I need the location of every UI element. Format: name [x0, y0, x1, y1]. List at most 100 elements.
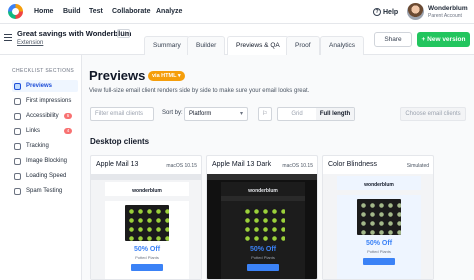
sidebar-heading: CHECKLIST SECTIONS: [12, 68, 75, 74]
email-nav-band: [105, 196, 189, 201]
issue-count-badge: 4: [64, 128, 72, 134]
email-cta-button: [131, 264, 163, 271]
user-role: Parent Account: [428, 13, 462, 19]
spam-icon: [14, 187, 21, 195]
top-navigation: Home Build Test Collaborate Analyze ? He…: [0, 0, 474, 24]
email-render: wonderblum 50% Off Potted Plants: [221, 182, 305, 279]
email-cta-button: [363, 258, 395, 265]
email-offer: 50% Off: [133, 246, 161, 253]
preview-card-color-blindness[interactable]: Color Blindness Simulated wonderblum 50%…: [322, 155, 434, 280]
speed-icon: [14, 172, 21, 180]
sidebar-item-label: First impressions: [26, 98, 72, 104]
preview-card-apple-mail[interactable]: Apple Mail 13 macOS 10.15 wonderblum 50%…: [90, 155, 202, 280]
email-screenshot: wonderblum 50% Off Potted Plants: [91, 174, 201, 279]
sidebar-item-first-impressions[interactable]: First impressions: [12, 95, 78, 107]
eye-icon: [14, 97, 21, 105]
card-meta: Simulated: [406, 163, 429, 169]
sidebar-item-label: Tracking: [26, 143, 49, 149]
sidebar-item-label: Links: [26, 128, 41, 134]
sidebar-item-spam-testing[interactable]: Spam Testing: [12, 185, 78, 197]
card-meta: macOS 10.15: [166, 163, 197, 169]
more-options-button[interactable]: ···: [117, 29, 130, 38]
page-description: View full-size email client renders side…: [89, 88, 310, 94]
grid-view-button[interactable]: Grid: [278, 108, 316, 120]
card-title: Apple Mail 13: [96, 161, 139, 168]
email-nav-band: [221, 196, 305, 201]
sort-select[interactable]: Platform ▾: [184, 107, 248, 121]
email-offer-sub: Potted Plants: [135, 255, 159, 260]
tab-summary[interactable]: Summary: [144, 36, 190, 55]
checklist-sidebar: CHECKLIST SECTIONS Previews First impres…: [0, 55, 82, 280]
help-icon: ?: [373, 8, 381, 16]
image-icon: [14, 157, 21, 165]
card-title: Apple Mail 13 Dark: [212, 161, 272, 168]
user-name[interactable]: Wonderblum: [428, 5, 468, 12]
source-format-dropdown[interactable]: via HTML ▾: [148, 71, 185, 81]
sidebar-item-links[interactable]: Links 4: [12, 125, 78, 137]
previews-main: Previews via HTML ▾ View full-size email…: [82, 55, 474, 280]
email-screenshot: wonderblum 50% Off Potted Plants: [207, 174, 317, 279]
share-button[interactable]: Share: [374, 32, 412, 47]
email-cta-button: [247, 264, 279, 271]
avatar[interactable]: [407, 3, 424, 20]
email-render: wonderblum 50% Off Potted Plants: [105, 182, 189, 279]
filter-clients-input[interactable]: Filter email clients: [90, 107, 154, 121]
email-offer-sub: Potted Plants: [251, 255, 275, 260]
window-chrome: [207, 174, 317, 180]
tab-previews-qa[interactable]: Previews & QA: [227, 36, 289, 56]
card-meta: macOS 10.15: [282, 163, 313, 169]
email-brand: wonderblum: [132, 188, 162, 194]
email-screenshot: wonderblum 50% Off Potted Plants: [323, 174, 433, 279]
chevron-down-icon: ▾: [239, 111, 243, 117]
sidebar-item-label: Loading Speed: [26, 173, 67, 179]
sidebar-item-label: Spam Testing: [26, 188, 63, 194]
app-logo[interactable]: [8, 4, 23, 19]
email-offer: 50% Off: [365, 240, 393, 247]
section-title: Desktop clients: [90, 137, 150, 146]
plants-image: [125, 205, 169, 241]
previews-icon: [14, 82, 21, 90]
nav-home[interactable]: Home: [34, 8, 53, 15]
sidebar-item-label: Image Blocking: [26, 158, 68, 164]
view-toggle: Grid Full length: [277, 107, 355, 121]
help-label: Help: [383, 8, 399, 16]
campaign-title: Great savings with Wonderblum: [17, 29, 132, 38]
link-icon: [14, 127, 21, 135]
help-button[interactable]: ? Help: [373, 8, 398, 16]
issue-count-badge: 6: [64, 113, 72, 119]
choose-email-clients-button[interactable]: Choose email clients: [400, 107, 466, 121]
preview-card-apple-mail-dark[interactable]: Apple Mail 13 Dark macOS 10.15 wonderblu…: [206, 155, 318, 280]
menu-icon[interactable]: [4, 34, 12, 41]
email-offer: 50% Off: [249, 246, 277, 253]
card-title: Color Blindness: [328, 161, 378, 168]
sidebar-item-loading-speed[interactable]: Loading Speed: [12, 170, 78, 182]
email-brand: wonderblum: [364, 182, 394, 188]
tab-builder[interactable]: Builder: [187, 36, 226, 55]
tracking-icon: [14, 142, 21, 150]
plants-image: [241, 205, 285, 241]
sidebar-item-image-blocking[interactable]: Image Blocking: [12, 155, 78, 167]
page-title: Previews: [89, 68, 146, 83]
campaign-header: Great savings with Wonderblum Extension …: [0, 24, 474, 56]
sort-value: Platform: [189, 111, 212, 117]
email-nav-band: [337, 190, 421, 195]
campaign-subtitle-link[interactable]: Extension: [17, 40, 43, 46]
email-offer-sub: Potted Plants: [367, 249, 391, 254]
tab-analytics[interactable]: Analytics: [320, 36, 365, 55]
tab-proof[interactable]: Proof: [286, 36, 320, 55]
new-version-button[interactable]: + New version: [417, 32, 470, 47]
sort-label: Sort by:: [162, 110, 183, 116]
nav-collaborate[interactable]: Collaborate: [112, 8, 151, 15]
sidebar-item-accessibility[interactable]: Accessibility 6: [12, 110, 78, 122]
sidebar-item-previews[interactable]: Previews: [12, 80, 78, 92]
nav-build[interactable]: Build: [63, 8, 81, 15]
nav-test[interactable]: Test: [89, 8, 103, 15]
flag-icon[interactable]: ⚐: [258, 107, 272, 121]
email-render: wonderblum 50% Off Potted Plants: [337, 176, 421, 279]
sidebar-item-tracking[interactable]: Tracking: [12, 140, 78, 152]
window-chrome: [91, 174, 201, 180]
nav-analyze[interactable]: Analyze: [156, 8, 182, 15]
sidebar-item-label: Accessibility: [26, 113, 59, 119]
plants-image: [357, 199, 401, 235]
full-length-view-button[interactable]: Full length: [316, 108, 354, 120]
